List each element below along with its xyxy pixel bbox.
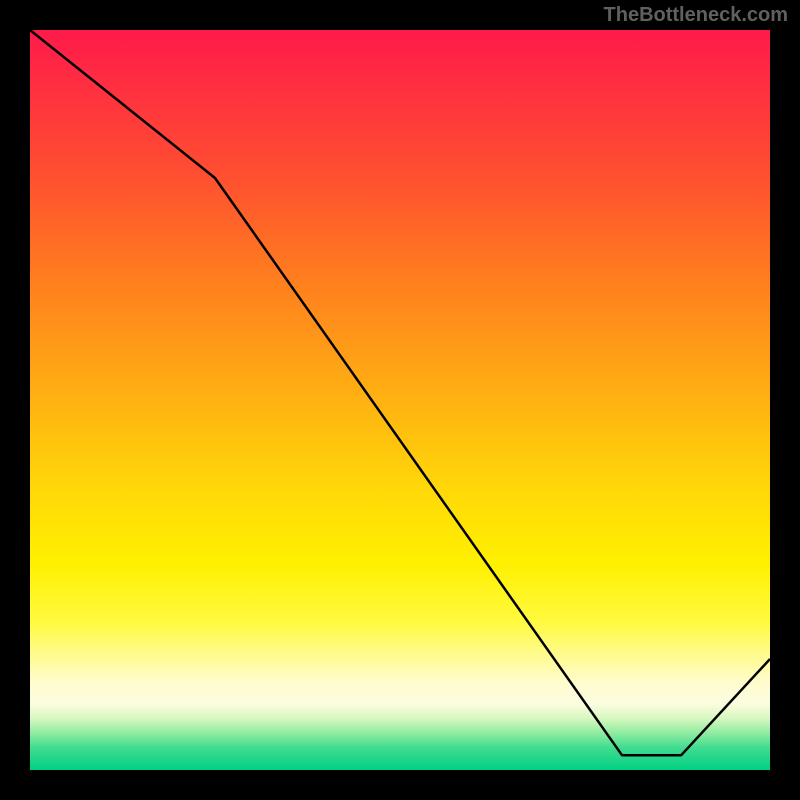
chart-line-layer [30, 30, 770, 770]
chart-curve [30, 30, 770, 755]
watermark-text: TheBottleneck.com [604, 4, 788, 27]
chart-plot-area [30, 30, 770, 770]
